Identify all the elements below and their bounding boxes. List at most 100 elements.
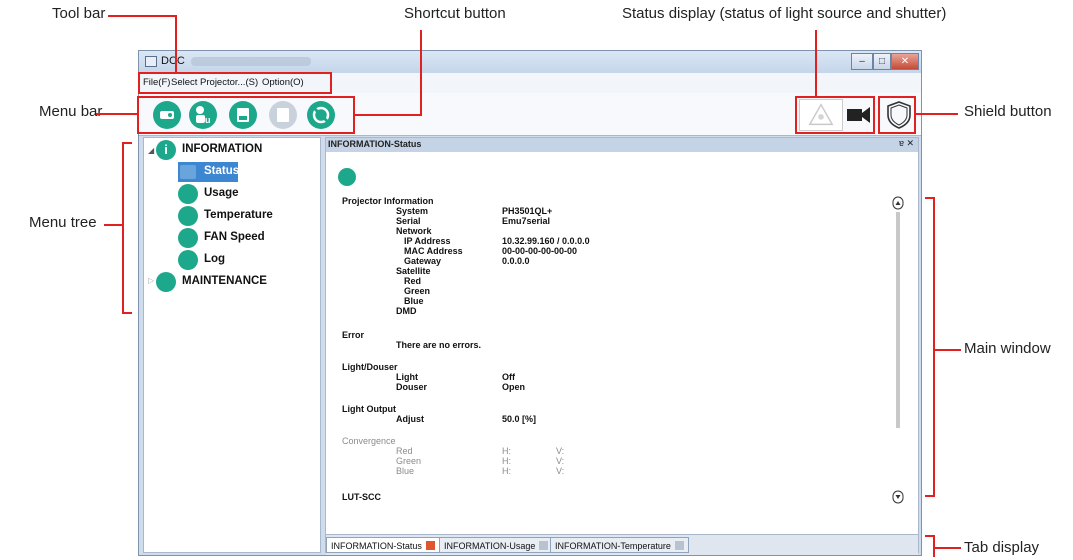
collapse-arrow-icon[interactable]: ◢	[148, 146, 154, 155]
value-system: PH3501QL+	[502, 206, 553, 216]
conv-green-h: H:	[502, 456, 511, 466]
value-ip-address: 10.32.99.160 / 0.0.0.0	[502, 236, 590, 246]
label-gateway: Gateway	[404, 256, 442, 266]
leader-line	[175, 15, 177, 73]
tab-information-status[interactable]: INFORMATION-Status	[326, 537, 440, 553]
toolbar-highlight	[137, 96, 355, 134]
leader-line	[355, 114, 422, 116]
panel-title: INFORMATION-Status	[328, 139, 422, 149]
thermometer-icon	[178, 206, 198, 226]
heading-lut-scc: LUT-SCC	[342, 492, 381, 502]
leader-line	[935, 349, 961, 351]
shield-highlight	[878, 96, 916, 134]
value-gateway: 0.0.0.0	[502, 256, 530, 266]
label-light: Light	[396, 372, 418, 382]
status-display-highlight	[795, 96, 875, 134]
label-adjust: Adjust	[396, 414, 424, 424]
wrench-icon	[156, 272, 176, 292]
bracket-line	[933, 197, 935, 497]
bracket-line	[122, 312, 132, 314]
label-conv-green: Green	[396, 456, 422, 466]
heading-light-douser: Light/Douser	[342, 362, 398, 372]
label-satellite-blue: Blue	[404, 296, 424, 306]
title-bar[interactable]: DCC – □ ✕	[139, 51, 921, 73]
leader-line	[96, 113, 138, 115]
error-text: There are no errors.	[396, 340, 482, 350]
leader-line	[420, 30, 422, 115]
label-douser: Douser	[396, 382, 428, 392]
tree-item-usage[interactable]: Usage	[178, 184, 278, 204]
conv-red-v: V:	[556, 446, 565, 456]
tree-item-maintenance[interactable]: MAINTENANCE	[156, 272, 306, 292]
heading-projector-information: Projector Information	[342, 196, 434, 206]
leader-line	[108, 15, 176, 17]
callout-status-display: Status display (status of light source a…	[622, 5, 947, 22]
maximize-button[interactable]: □	[873, 53, 891, 70]
conv-green-v: V:	[556, 456, 565, 466]
fan-icon	[178, 228, 198, 248]
conv-blue-h: H:	[502, 466, 511, 476]
tab-information-usage[interactable]: INFORMATION-Usage	[439, 537, 554, 553]
tab-close-icon[interactable]	[539, 541, 549, 550]
tab-close-icon[interactable]	[425, 541, 435, 550]
blurred-title-text	[191, 57, 311, 66]
main-window: INFORMATION-Status ɐ ✕ Projector Informa…	[325, 137, 919, 555]
value-serial: Emu7serial	[502, 216, 551, 226]
label-ip-address: IP Address	[404, 236, 451, 246]
panel-header: INFORMATION-Status ɐ ✕	[326, 138, 918, 152]
callout-main-window: Main window	[964, 340, 1051, 357]
leader-line	[916, 113, 958, 115]
value-mac-address: 00-00-00-00-00-00	[502, 246, 578, 256]
bracket-line	[933, 535, 935, 557]
projector-icon	[338, 168, 356, 186]
label-serial: Serial	[396, 216, 421, 226]
label-conv-red: Red	[396, 446, 413, 456]
tab-information-temperature[interactable]: INFORMATION-Temperature	[550, 537, 689, 553]
tab-close-icon[interactable]	[674, 541, 684, 550]
app-icon	[145, 56, 157, 67]
conv-blue-v: V:	[556, 466, 565, 476]
value-adjust: 50.0 [%]	[502, 414, 537, 424]
bracket-line	[925, 495, 935, 497]
label-dmd: DMD	[396, 306, 417, 316]
callout-tab-display: Tab display	[964, 539, 1040, 556]
expand-arrow-icon[interactable]: ▷	[148, 276, 154, 285]
label-system: System	[396, 206, 429, 216]
bracket-line	[122, 142, 124, 314]
value-douser: Open	[502, 382, 526, 392]
label-satellite-red: Red	[404, 276, 422, 286]
tree-item-information[interactable]: i INFORMATION	[156, 140, 306, 160]
close-button[interactable]: ✕	[891, 53, 919, 70]
label-mac-address: MAC Address	[404, 246, 463, 256]
tab-bar: INFORMATION-Status INFORMATION-Usage INF…	[326, 534, 918, 555]
callout-shortcut-button: Shortcut button	[404, 5, 506, 22]
value-light: Off	[502, 372, 515, 382]
callout-menu-tree: Menu tree	[29, 214, 97, 231]
label-network: Network	[396, 226, 432, 236]
tree-item-temperature[interactable]: Temperature	[178, 206, 298, 226]
usage-icon	[178, 184, 198, 204]
window-title: DCC	[161, 55, 185, 67]
leader-line	[104, 224, 122, 226]
tree-item-log[interactable]: Log	[178, 250, 278, 270]
vertical-scrollbar[interactable]	[892, 196, 904, 504]
tree-item-status[interactable]: Status	[178, 162, 239, 182]
status-content: Projector Information System PH3501QL+ S…	[338, 196, 898, 506]
heading-convergence: Convergence	[342, 436, 396, 446]
log-icon	[178, 250, 198, 270]
label-conv-blue: Blue	[396, 466, 415, 476]
menu-bar-highlight	[138, 72, 332, 94]
status-icon	[180, 165, 196, 179]
leader-line	[935, 547, 961, 549]
panel-controls[interactable]: ɐ ✕	[899, 138, 914, 149]
heading-light-output: Light Output	[342, 404, 396, 414]
label-satellite-green: Green	[404, 286, 431, 296]
minimize-button[interactable]: –	[851, 53, 873, 70]
callout-shield-button: Shield button	[964, 103, 1052, 120]
callout-tool-bar: Tool bar	[52, 5, 106, 22]
tree-item-fan-speed[interactable]: FAN Speed	[178, 228, 298, 248]
leader-line	[815, 30, 817, 97]
callout-menu-bar: Menu bar	[39, 103, 103, 120]
menu-tree: ◢ i INFORMATION Status Usage Temperature…	[143, 137, 321, 553]
info-icon: i	[156, 140, 176, 160]
